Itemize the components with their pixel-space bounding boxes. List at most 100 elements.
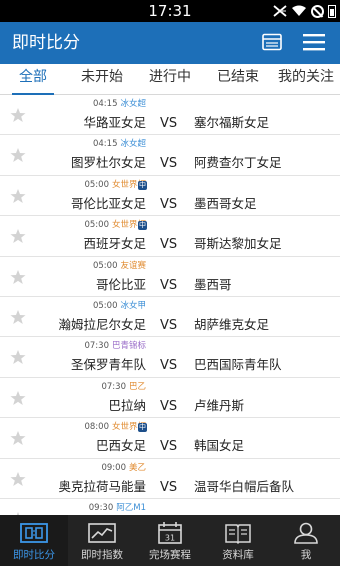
status-bar: 17:31 (0, 0, 340, 22)
tab-in-progress[interactable]: 进行中 (148, 64, 192, 94)
page-title: 即时比分 (12, 33, 80, 53)
chart-icon (88, 523, 116, 543)
match-row[interactable]: 05:00 女世界杯中哥伦比亚女足 VS 墨西哥女足 (0, 176, 340, 217)
menu-icon[interactable] (303, 33, 325, 51)
match-meta: 05:00 女世界杯 (84, 220, 146, 231)
app-bar: 即时比分 (0, 22, 340, 64)
calendar-icon[interactable] (262, 33, 282, 51)
match-time: 09:30 (88, 502, 114, 513)
match-time: 08:00 (84, 422, 109, 433)
match-row[interactable]: 05:00 冰女甲 瀚姆拉尼尔女足 VS 胡萨维克女足 (0, 297, 340, 338)
match-row[interactable]: 04:15 冰女超华路亚女足 VS 塞尔福斯女足 (0, 95, 340, 136)
match-meta: 07:30 巴乙 (101, 382, 146, 393)
away-team: 阿费查尔丁女足 (194, 155, 282, 171)
favorite-star-icon[interactable] (10, 471, 26, 487)
favorite-star-icon[interactable] (10, 430, 26, 446)
vs-label: VS (160, 156, 178, 172)
home-team: 西班牙女足 (83, 236, 146, 252)
match-row[interactable]: 07:30 巴青锦标 圣保罗青年队 VS 巴西国际青年队 (0, 337, 340, 378)
match-row[interactable]: 04:15 冰女超图罗杜尔女足 VS 阿费查尔丁女足 (0, 135, 340, 176)
favorite-star-icon[interactable] (10, 147, 26, 163)
match-time: 04:15 (92, 139, 118, 150)
match-row[interactable]: 07:30 巴乙巴拉纳 VS 卢维丹斯 (0, 378, 340, 419)
nav-label: 即时比分 (13, 549, 55, 561)
do-not-disturb-icon (311, 4, 324, 18)
away-team: 墨西哥 (194, 276, 232, 292)
favorite-star-icon[interactable] (10, 269, 26, 285)
calendar-icon: 31 (158, 522, 182, 544)
match-time: 07:30 (84, 341, 109, 352)
match-meta: 07:30 巴青锦标 (84, 341, 146, 352)
league-name: 美乙 (128, 462, 146, 473)
vs-label: VS (160, 479, 178, 495)
vs-label: VS (160, 358, 178, 374)
match-row[interactable]: 05:00 友谊赛 哥伦比亚 VS 墨西哥 (0, 257, 340, 297)
match-row[interactable]: 05:00 女世界杯中西班牙女足 VS 哥斯达黎加女足 (0, 216, 340, 257)
away-team: 哥斯达黎加女足 (194, 236, 282, 252)
match-time: 09:00 (101, 462, 126, 473)
home-team: 奥克拉荷马能量 (58, 478, 146, 494)
vs-label: VS (160, 277, 178, 293)
tab-not-started[interactable]: 未开始 (80, 64, 124, 94)
battery-icon (328, 4, 336, 18)
favorite-star-icon[interactable] (10, 188, 26, 204)
match-row[interactable]: 09:00 美乙 奥克拉荷马能量 VS 温哥华白帽后备队 (0, 459, 340, 499)
league-name: 阿乙M1 (116, 502, 146, 513)
vs-label: VS (160, 116, 178, 131)
match-row[interactable]: 08:00 女世界杯中巴西女足 VS 韩国女足 (0, 418, 340, 459)
league-name: 巴乙 (128, 381, 146, 392)
home-team: 圣保罗青年队 (70, 357, 146, 373)
nav-label: 即时指数 (81, 549, 123, 561)
nav-database[interactable]: 资料库 (204, 515, 272, 566)
home-team: 华路亚女足 (83, 115, 146, 130)
vs-label: VS (160, 398, 178, 414)
match-meta: 04:15 冰女超 (93, 139, 146, 150)
favorite-star-icon[interactable] (10, 107, 26, 123)
away-team: 墨西哥女足 (194, 195, 257, 211)
favorite-star-icon[interactable] (10, 390, 26, 406)
favorite-star-icon[interactable] (10, 349, 26, 365)
favorite-star-icon[interactable] (10, 228, 26, 244)
home-team: 图罗杜尔女足 (70, 155, 146, 171)
match-time: 05:00 (84, 220, 109, 231)
vs-label: VS (160, 439, 178, 455)
nav-finished-schedule[interactable]: 31 完场赛程 (136, 515, 204, 566)
match-time: 04:15 (92, 99, 118, 109)
match-time: 05:00 (92, 260, 118, 271)
league-name: 冰女超 (120, 99, 146, 109)
league-name: 冰女超 (120, 139, 146, 150)
match-meta: 08:00 女世界杯 (84, 422, 146, 433)
live-score-icon (20, 523, 48, 543)
wifi-icon (291, 2, 307, 21)
vs-label: VS (160, 317, 178, 333)
match-meta: 05:00 友谊赛 (93, 261, 146, 272)
book-icon (225, 524, 251, 545)
tv-badge: 中 (138, 180, 147, 190)
nav-label: 资料库 (222, 549, 254, 561)
match-meta: 09:30 阿乙M1 (89, 503, 146, 514)
away-team: 卢维丹斯 (194, 397, 245, 413)
home-team: 巴拉纳 (108, 397, 146, 413)
home-team: 巴西女足 (95, 438, 146, 454)
tab-my-follows[interactable]: 我的关注 (276, 64, 336, 94)
tab-all[interactable]: 全部 (12, 64, 54, 95)
away-team: 韩国女足 (194, 438, 245, 454)
filter-tabs: 全部 未开始 进行中 已结束 我的关注 (0, 64, 340, 95)
match-meta: 04:15 冰女超 (93, 99, 146, 110)
home-team: 哥伦比亚女足 (70, 195, 146, 211)
match-meta: 05:00 女世界杯 (84, 180, 146, 191)
tv-badge: 中 (138, 221, 147, 231)
league-name: 巴青锦标 (111, 341, 146, 352)
tab-finished[interactable]: 已结束 (216, 64, 260, 94)
favorite-star-icon[interactable] (10, 309, 26, 325)
match-time: 07:30 (101, 381, 126, 392)
svg-text:31: 31 (165, 534, 175, 543)
away-team: 塞尔福斯女足 (194, 115, 270, 130)
nav-live-score[interactable]: 即时比分 (0, 515, 68, 566)
league-name: 冰女甲 (120, 300, 146, 311)
match-time: 05:00 (92, 300, 118, 311)
tv-badge: 中 (138, 423, 147, 433)
nav-label: 我 (300, 549, 312, 561)
nav-me[interactable]: 我 (272, 515, 340, 566)
nav-live-index[interactable]: 即时指数 (68, 515, 136, 566)
